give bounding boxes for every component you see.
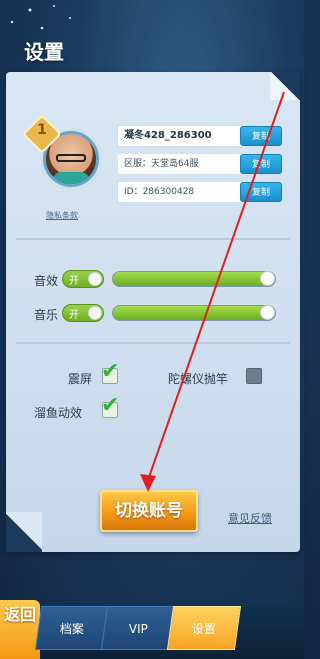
sound-effects-label: 音效 <box>34 274 59 288</box>
server-info: 区服：天堂岛64服 <box>118 154 252 174</box>
feedback-link[interactable]: 意见反馈 <box>228 510 272 526</box>
music-toggle[interactable]: 开 <box>62 304 104 322</box>
divider <box>16 342 290 344</box>
glasses-icon <box>56 154 86 162</box>
back-button[interactable]: 返回 <box>0 600 40 659</box>
tab-vip[interactable]: VIP <box>100 606 176 650</box>
level-number: 1 <box>37 122 47 138</box>
copy-name-button[interactable]: 复制 <box>240 126 282 146</box>
checkmark-icon: ✔ <box>101 359 120 384</box>
shirt-shape <box>52 172 90 184</box>
music-label: 音乐 <box>34 308 59 322</box>
slider-handle[interactable] <box>260 271 275 286</box>
music-slider[interactable] <box>112 305 276 321</box>
shake-label: 震屏 <box>68 372 93 386</box>
page-fold-corner-bottom <box>6 512 42 552</box>
slider-handle[interactable] <box>260 305 275 320</box>
divider <box>16 238 290 240</box>
fish-effect-checkbox[interactable]: ✔ <box>101 395 119 418</box>
toggle-state-text: 开 <box>69 310 79 321</box>
toggle-knob <box>88 272 102 286</box>
slider-fill <box>113 272 275 286</box>
page-title: 设置 <box>24 40 64 64</box>
settings-panel: 1 隐私条款 凝冬428_286300 复制 区服：天堂岛64服 复制 ID：2… <box>6 72 300 552</box>
gyro-label: 陀螺仪抛竿 <box>168 372 229 386</box>
toggle-state-text: 开 <box>69 276 79 287</box>
sound-effects-toggle[interactable]: 开 <box>62 270 104 288</box>
player-id: ID：286300428 <box>118 182 252 202</box>
player-name: 凝冬428_286300 <box>118 126 252 146</box>
gyro-checkbox[interactable] <box>246 368 262 384</box>
page-fold-corner <box>270 72 300 100</box>
tab-label: VIP <box>128 622 148 636</box>
tab-label: 档案 <box>59 622 84 636</box>
slider-fill <box>113 306 275 320</box>
copy-server-button[interactable]: 复制 <box>240 154 282 174</box>
sound-effects-slider[interactable] <box>112 271 276 287</box>
tab-settings[interactable]: 设置 <box>166 606 242 650</box>
shake-checkbox[interactable]: ✔ <box>101 361 119 384</box>
privacy-link[interactable]: 隐私条款 <box>46 210 78 221</box>
tab-archive[interactable]: 档案 <box>34 606 110 650</box>
avatar[interactable]: 1 <box>22 114 112 204</box>
switch-account-button[interactable]: 切换账号 <box>100 490 198 532</box>
fish-effect-label: 溜鱼动效 <box>34 406 83 420</box>
tab-label: 设置 <box>191 622 216 636</box>
copy-id-button[interactable]: 复制 <box>240 182 282 202</box>
checkmark-icon: ✔ <box>101 393 120 418</box>
toggle-knob <box>88 306 102 320</box>
